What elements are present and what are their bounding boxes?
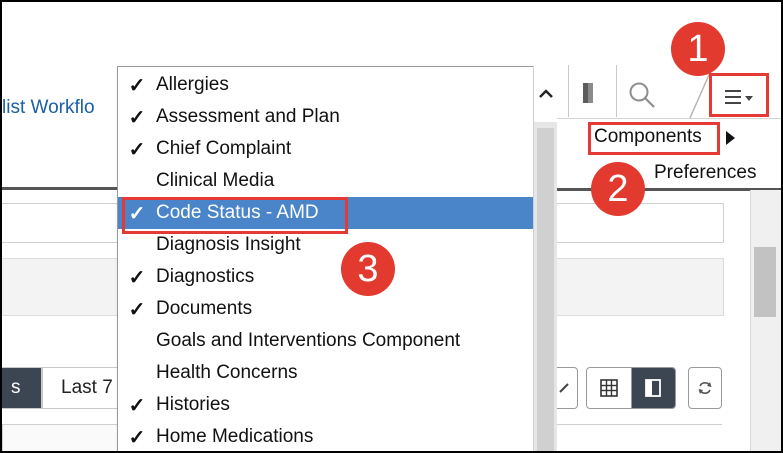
menu-item-label: Assessment and Plan [156, 106, 340, 127]
menu-item-label: Chief Complaint [156, 138, 292, 159]
section-divider [2, 187, 117, 190]
caret-right-icon [724, 130, 736, 151]
step-badge-2: 2 [591, 162, 645, 216]
panel-view-icon[interactable] [631, 368, 675, 408]
grid-view-icon[interactable] [587, 368, 632, 408]
menu-item[interactable]: ✓ Documents [118, 293, 538, 325]
menu-item[interactable]: Clinical Media [118, 165, 538, 197]
step-badge-1: 1 [671, 22, 725, 76]
menu-scrollbar-thumb[interactable] [537, 128, 554, 451]
callout-box-menu [709, 73, 769, 117]
menu-item[interactable]: ✓ Home Medications [118, 421, 538, 451]
filter-input[interactable] [2, 203, 118, 243]
callout-box-code-status [122, 197, 348, 234]
content-border-right [556, 424, 722, 425]
menu-item[interactable]: Health Concerns [118, 357, 538, 389]
menu-item-label: Goals and Interventions Component [156, 330, 461, 351]
toolbar-divider-slant [664, 66, 714, 125]
menu-item[interactable]: ✓ Chief Complaint [118, 133, 538, 165]
workflow-tab-link[interactable]: list Workflo [2, 97, 95, 119]
preferences-menu-item[interactable]: Preferences [654, 162, 756, 184]
menu-item[interactable]: ✓ Assessment and Plan [118, 101, 538, 133]
section-divider [556, 188, 781, 191]
toolbar-divider [568, 65, 569, 117]
menu-item-label: Diagnostics [156, 266, 255, 287]
menu-item[interactable]: Goals and Interventions Component [118, 325, 538, 357]
menu-item-label: Home Medications [156, 426, 314, 447]
menu-item-label: Health Concerns [156, 362, 298, 383]
checkmark-icon: ✓ [128, 298, 146, 321]
checkmark-icon: ✓ [128, 394, 146, 417]
refresh-icon[interactable] [688, 367, 722, 409]
menu-item[interactable]: ✓ Diagnostics [118, 261, 538, 293]
search-icon[interactable] [627, 80, 657, 115]
chevron-up-icon[interactable] [534, 66, 557, 122]
tab-active[interactable]: s [2, 367, 42, 409]
content-area [2, 425, 118, 451]
menu-item-label: Documents [156, 298, 253, 319]
checkmark-icon: ✓ [128, 138, 146, 161]
app-window: list Workflo Components Preferences s La… [2, 2, 781, 451]
menu-item[interactable]: ✓ Allergies [118, 69, 538, 101]
checkmark-icon: ✓ [128, 266, 146, 289]
step-badge-3: 3 [341, 242, 395, 296]
menu-item-label: Allergies [156, 74, 229, 95]
info-panel-right [556, 258, 724, 316]
toolbar-bottom-border [556, 118, 781, 119]
menu-item-label: Diagnosis Insight [156, 234, 301, 255]
components-dropdown-menu: ✓ Allergies ✓ Assessment and Plan ✓ Chief Com… [117, 66, 538, 451]
checkmark-icon: ✓ [128, 426, 146, 449]
menu-item-label: Histories [156, 394, 230, 415]
checkmark-icon: ✓ [128, 106, 146, 129]
tab-last-7[interactable]: Last 7 [42, 367, 120, 409]
bookmark-icon[interactable] [580, 81, 596, 110]
info-panel [2, 258, 119, 316]
checkmark-icon: ✓ [128, 74, 146, 97]
callout-box-components [588, 122, 720, 155]
menu-scrollbar[interactable] [533, 66, 557, 451]
toolbar-divider [616, 65, 617, 117]
menu-item[interactable]: ✓ Histories [118, 389, 538, 421]
page-scrollbar-thumb[interactable] [754, 247, 776, 317]
view-toggle-group [586, 367, 676, 409]
filter-input-right[interactable] [556, 203, 724, 243]
menu-item-label: Clinical Media [156, 170, 275, 191]
page-scrollbar[interactable] [750, 190, 781, 451]
